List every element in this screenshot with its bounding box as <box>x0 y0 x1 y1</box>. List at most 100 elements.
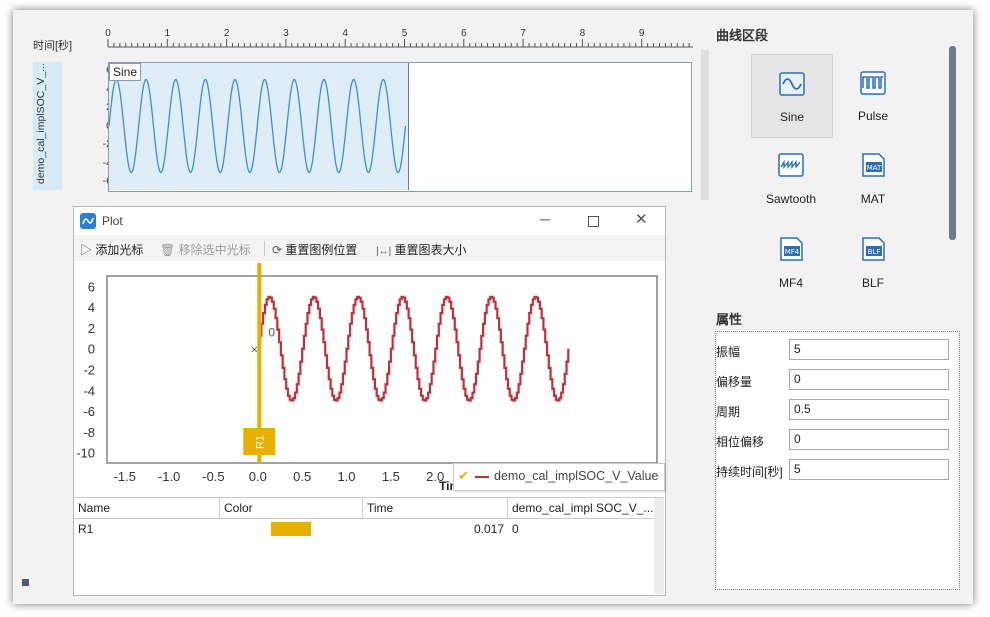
remove-cursor-button[interactable]: 🗑 移除选中光标 <box>160 241 251 258</box>
minimize-button[interactable]: ─ <box>540 211 550 227</box>
prop-duration-label: 持续时间[秒] <box>716 465 783 479</box>
svg-text:MF4: MF4 <box>785 248 800 256</box>
plot-toolbar: ▷ 添加光标 🗑 移除选中光标 ⟳ 重置图例位置 |↔| 重置图表大小 <box>74 235 665 261</box>
toolbar-divider <box>264 241 265 256</box>
legend-swatch <box>475 476 489 478</box>
ruler-tick-label: 2 <box>224 28 230 39</box>
tool-mf4[interactable]: MF4 MF4 <box>751 222 831 304</box>
y-tick-label: -8 <box>83 425 95 440</box>
y-tick-label: -4 <box>83 383 95 398</box>
cursor-tag: R1 <box>243 428 276 455</box>
cursor-value-label: 0 <box>268 325 275 339</box>
sawtooth-wave-icon <box>778 153 804 177</box>
cursor-table: Name Color Time demo_cal_impl SOC_V_... … <box>74 497 664 595</box>
mat-file-icon: MAT <box>862 153 885 177</box>
row-name: R1 <box>78 522 94 536</box>
time-ruler: 0 1 2 3 4 5 6 7 8 9 <box>105 28 693 48</box>
close-button[interactable]: ✕ <box>635 210 648 228</box>
timeline-track[interactable]: Sine <box>108 62 692 192</box>
ruler-tick-label: 0 <box>105 28 111 39</box>
plot-app-icon <box>80 213 96 229</box>
phase-field[interactable]: 0 <box>789 429 949 450</box>
duration-field[interactable]: 5 <box>789 459 949 480</box>
tool-blf[interactable]: BLF BLF <box>833 222 913 304</box>
tool-mat-label: MAT <box>860 192 886 206</box>
table-scrollbar[interactable] <box>654 498 664 594</box>
y-tick-label: -2 <box>83 363 95 378</box>
tool-sawtooth[interactable]: Sawtooth <box>751 138 831 220</box>
svg-text:BLF: BLF <box>868 248 881 256</box>
segments-title: 曲线区段 <box>716 28 769 43</box>
timeline-scrollbar[interactable] <box>701 50 709 200</box>
channel-label-box[interactable]: demo_cal_implSOC_V_... <box>33 62 62 190</box>
y-tick-label: -6 <box>83 404 95 419</box>
cursor-marker: × <box>250 345 258 356</box>
row-time: 0.017 <box>473 522 504 536</box>
cursor-table-header: Name Color Time demo_cal_impl SOC_V_... <box>74 498 664 519</box>
y-tick-label: 6 <box>88 279 95 294</box>
cursor-tag-label: R1 <box>254 435 266 449</box>
pulse-wave-icon <box>860 71 886 95</box>
period-field[interactable]: 0.5 <box>789 399 949 420</box>
x-tick-label: -0.5 <box>202 469 224 484</box>
col-time[interactable]: Time <box>363 498 508 518</box>
plot-chart[interactable]: 6420-2-4-6-8-10-1.5 -1.0 -0.5 0.0 0.5 1.0 1.5 2… <box>74 263 665 493</box>
app-window: 时间[秒] 0123456789 demo_cal_implSOC_V_... … <box>13 10 973 604</box>
segment-label: Sine <box>109 63 142 81</box>
legend-label: demo_cal_implSOC_V_Value <box>494 469 659 483</box>
plot-window-title: Plot <box>102 214 123 228</box>
plot-title-bar: Plot ─ ✕ <box>74 207 665 235</box>
prop-phase: 相位偏移 0 <box>716 429 959 453</box>
add-cursor-button[interactable]: ▷ 添加光标 <box>80 241 143 258</box>
maximize-button[interactable] <box>588 216 599 227</box>
sine-segment-highlight[interactable] <box>109 63 409 190</box>
properties-title: 属性 <box>716 312 743 327</box>
amplitude-field[interactable]: 5 <box>789 339 949 360</box>
svg-text:MAT: MAT <box>867 164 882 172</box>
ruler-tick-label: 7 <box>520 28 526 39</box>
offset-field[interactable]: 0 <box>789 369 949 390</box>
ruler-tick-label: 5 <box>402 28 408 39</box>
segments-scrollbar[interactable] <box>949 46 956 240</box>
x-tick-label: 1.5 <box>382 469 400 484</box>
col-color[interactable]: Color <box>220 498 363 518</box>
tool-sawtooth-label: Sawtooth <box>765 192 817 206</box>
reset-size-button[interactable]: |↔| 重置图表大小 <box>376 241 467 258</box>
legend-check-icon: ✔ <box>458 468 469 483</box>
tool-mat[interactable]: MAT MAT <box>833 138 913 220</box>
prop-amplitude: 振幅 5 <box>716 339 959 363</box>
y-tick-label: 0 <box>88 342 95 357</box>
row-color-swatch <box>271 522 311 536</box>
blf-file-icon: BLF <box>862 237 885 261</box>
plot-legend[interactable]: ✔ demo_cal_implSOC_V_Value <box>453 463 665 491</box>
x-tick-label: -1.5 <box>114 469 136 484</box>
cursor-arrow-icon: ▷ <box>80 243 93 257</box>
prop-phase-label: 相位偏移 <box>716 435 765 449</box>
sine-wave-icon <box>779 72 805 96</box>
tool-pulse[interactable]: Pulse <box>833 54 913 136</box>
tool-sine[interactable]: Sine <box>751 54 833 138</box>
table-row[interactable]: R1 0.017 0 <box>74 519 654 539</box>
col-value[interactable]: demo_cal_impl SOC_V_... <box>508 498 654 518</box>
ruler-tick-label: 6 <box>461 28 467 39</box>
tool-blf-label: BLF <box>861 276 884 290</box>
col-name[interactable]: Name <box>74 498 220 518</box>
x-tick-label: -1.0 <box>158 469 180 484</box>
prop-duration: 持续时间[秒] 5 <box>716 459 959 483</box>
mf4-file-icon: MF4 <box>780 237 803 261</box>
y-tick-label: 2 <box>88 321 95 336</box>
y-tick-label: -10 <box>76 446 95 461</box>
ruler-tick-label: 4 <box>342 28 348 39</box>
ruler-tick-label: 3 <box>283 28 289 39</box>
prop-period-label: 周期 <box>716 405 741 419</box>
plot-window: Plot ─ ✕ ▷ 添加光标 🗑 移除选中光标 ⟳ 重置图例位置 |↔| 重置… <box>73 206 666 596</box>
plot-area <box>106 275 658 464</box>
reset-legend-button[interactable]: ⟳ 重置图例位置 <box>272 241 357 258</box>
trash-icon: 🗑 <box>160 243 176 257</box>
prop-period: 周期 0.5 <box>716 399 959 423</box>
tool-sine-label: Sine <box>779 110 805 124</box>
tool-pulse-label: Pulse <box>857 109 889 123</box>
y-tick-label: 4 <box>88 300 95 315</box>
prop-offset: 偏移量 0 <box>716 369 959 393</box>
resize-icon: |↔| <box>376 246 392 257</box>
